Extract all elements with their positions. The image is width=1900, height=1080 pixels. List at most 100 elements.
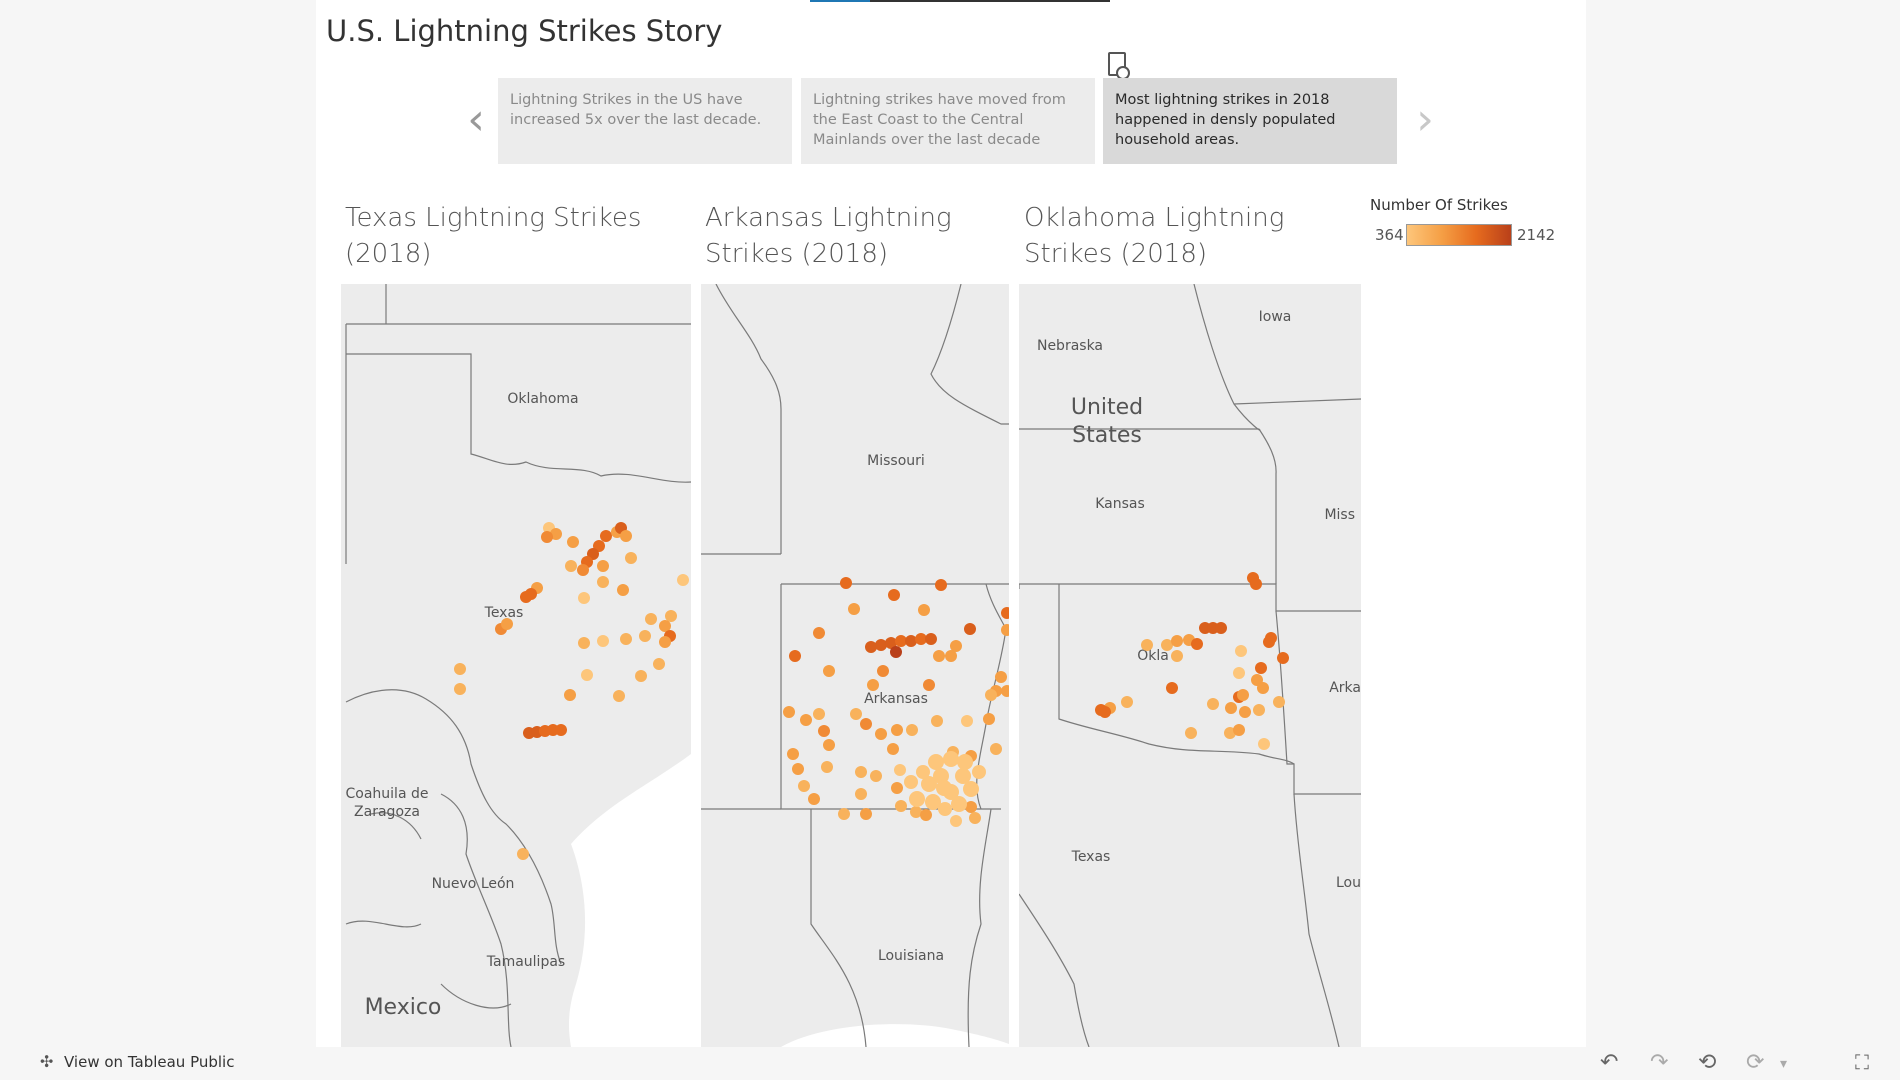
strike-point[interactable] (838, 808, 850, 820)
strike-point[interactable] (639, 630, 651, 642)
strike-point[interactable] (813, 708, 825, 720)
fullscreen-icon[interactable]: ⛶ (1855, 1050, 1869, 1074)
strike-point[interactable] (645, 613, 657, 625)
texas-map[interactable]: Oklahoma Texas Coahuila de Zaragoza Nuev… (341, 284, 691, 1047)
strike-point[interactable] (818, 725, 830, 737)
strike-point[interactable] (848, 603, 860, 615)
strike-point[interactable] (1255, 662, 1267, 674)
strike-point[interactable] (454, 663, 466, 675)
strike-point[interactable] (625, 552, 637, 564)
strike-point[interactable] (950, 815, 962, 827)
strike-point[interactable] (964, 623, 976, 635)
strike-point[interactable] (1207, 698, 1219, 710)
strike-point[interactable] (1258, 738, 1270, 750)
strike-point[interactable] (895, 800, 907, 812)
strike-point[interactable] (541, 531, 553, 543)
refresh-icon[interactable]: ⟳ (1746, 1050, 1764, 1075)
strike-point[interactable] (951, 796, 967, 812)
strike-point[interactable] (969, 812, 981, 824)
strike-point[interactable] (567, 536, 579, 548)
oklahoma-map[interactable]: Iowa Nebraska United States Kansas Miss … (1019, 284, 1361, 1047)
view-on-tableau-public-link[interactable]: ✣ View on Tableau Public (40, 1052, 234, 1071)
story-point-1[interactable]: Lightning Strikes in the US have increas… (498, 78, 792, 164)
strike-point[interactable] (957, 754, 973, 770)
story-point-2[interactable]: Lightning strikes have moved from the Ea… (801, 78, 1095, 164)
strike-point[interactable] (1250, 578, 1262, 590)
strike-point[interactable] (1235, 645, 1247, 657)
prev-story-point-button[interactable]: ‹ (458, 98, 494, 146)
strike-point[interactable] (923, 679, 935, 691)
strike-point[interactable] (578, 637, 590, 649)
strike-point[interactable] (1185, 727, 1197, 739)
strike-point[interactable] (920, 809, 932, 821)
strike-point[interactable] (855, 766, 867, 778)
refresh-dropdown-icon[interactable]: ▾ (1780, 1056, 1787, 1072)
strike-point[interactable] (1273, 696, 1285, 708)
strike-point[interactable] (1253, 704, 1265, 716)
strike-point[interactable] (597, 635, 609, 647)
strike-point[interactable] (613, 690, 625, 702)
strike-point[interactable] (617, 584, 629, 596)
strike-point[interactable] (875, 639, 887, 651)
strike-point[interactable] (635, 670, 647, 682)
strike-point[interactable] (938, 802, 952, 816)
strike-point[interactable] (565, 560, 577, 572)
strike-point[interactable] (501, 618, 513, 630)
strike-point[interactable] (943, 751, 959, 767)
strike-point[interactable] (890, 646, 902, 658)
strike-point[interactable] (798, 780, 810, 792)
arkansas-map[interactable]: Missouri Arkansas Louisiana (701, 284, 1009, 1047)
strike-point[interactable] (1239, 706, 1251, 718)
strike-point[interactable] (823, 739, 835, 751)
strike-point[interactable] (520, 591, 532, 603)
strike-point[interactable] (600, 530, 612, 542)
strike-point[interactable] (855, 788, 867, 800)
strike-point[interactable] (1263, 636, 1275, 648)
story-point-3[interactable]: Most lightning strikes in 2018 happened … (1103, 78, 1397, 164)
strike-point[interactable] (517, 848, 529, 860)
strike-point[interactable] (1215, 622, 1227, 634)
strike-point[interactable] (860, 718, 872, 730)
strike-point[interactable] (990, 743, 1002, 755)
strike-point[interactable] (1191, 638, 1203, 650)
strike-point[interactable] (867, 679, 879, 691)
strike-point[interactable] (877, 665, 889, 677)
strike-point[interactable] (577, 564, 589, 576)
strike-point[interactable] (653, 658, 665, 670)
strike-point[interactable] (677, 574, 689, 586)
strike-point[interactable] (963, 781, 979, 797)
strike-point[interactable] (620, 530, 632, 542)
strike-point[interactable] (906, 724, 918, 736)
strike-point[interactable] (1095, 704, 1107, 716)
strike-point[interactable] (1141, 639, 1153, 651)
next-story-point-button[interactable]: › (1407, 98, 1443, 146)
strike-point[interactable] (865, 641, 877, 653)
strike-point[interactable] (985, 689, 997, 701)
strike-point[interactable] (1171, 635, 1183, 647)
strike-point[interactable] (961, 715, 973, 727)
strike-point[interactable] (800, 714, 812, 726)
strike-point[interactable] (933, 650, 945, 662)
strike-point[interactable] (821, 761, 833, 773)
strike-point[interactable] (578, 592, 590, 604)
strike-point[interactable] (931, 715, 943, 727)
strike-point[interactable] (620, 633, 632, 645)
strike-point[interactable] (792, 763, 804, 775)
strike-point[interactable] (875, 728, 887, 740)
strike-point[interactable] (787, 748, 799, 760)
strike-point[interactable] (860, 808, 872, 820)
strike-point[interactable] (870, 770, 882, 782)
strike-point[interactable] (909, 791, 925, 807)
strike-point[interactable] (928, 754, 944, 770)
strike-point[interactable] (918, 604, 930, 616)
strike-point[interactable] (581, 669, 593, 681)
strike-point[interactable] (904, 775, 918, 789)
strike-point[interactable] (783, 706, 795, 718)
redo-icon[interactable]: ↷ (1650, 1050, 1668, 1075)
strike-point[interactable] (564, 689, 576, 701)
strike-point[interactable] (1277, 652, 1289, 664)
strike-point[interactable] (808, 793, 820, 805)
strike-point[interactable] (555, 724, 567, 736)
strike-point[interactable] (665, 610, 677, 622)
strike-point[interactable] (813, 627, 825, 639)
